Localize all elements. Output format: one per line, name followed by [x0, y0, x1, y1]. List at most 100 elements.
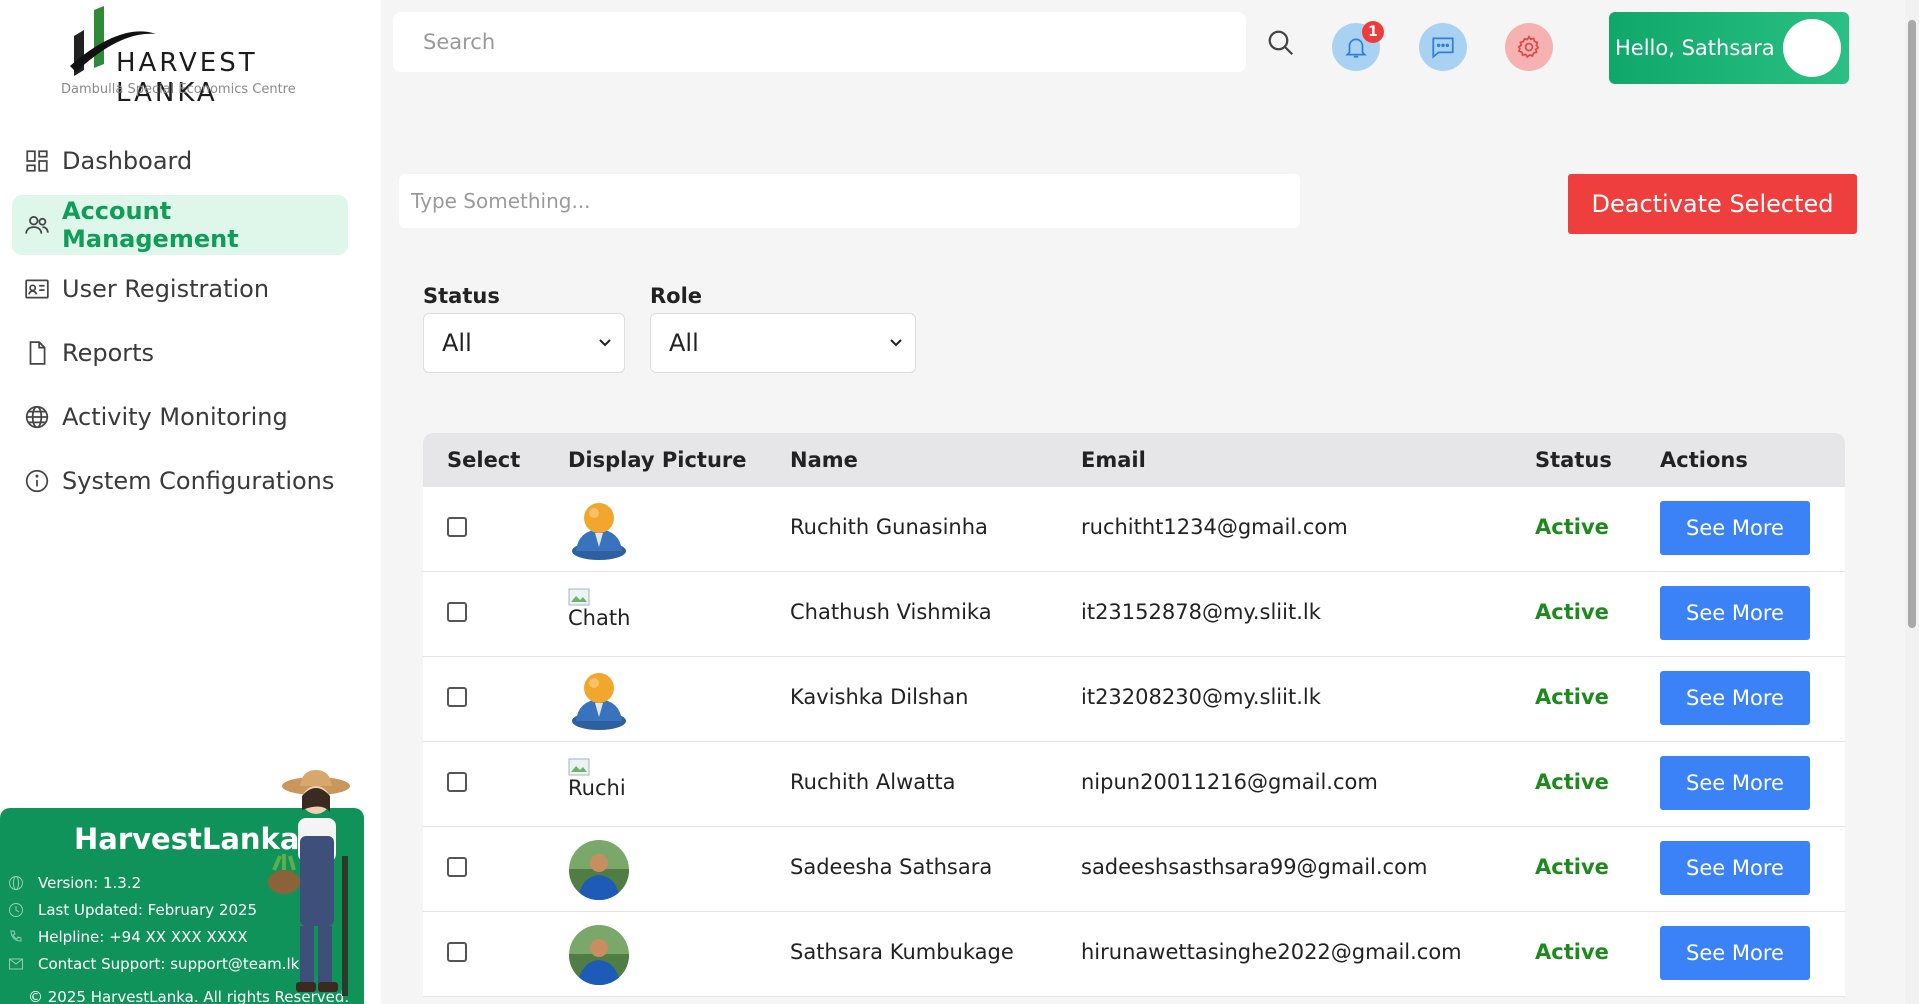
- row-email: it23208230@my.sliit.lk: [1081, 685, 1321, 709]
- header-status: Status: [1535, 448, 1612, 472]
- globe-icon: [24, 404, 50, 430]
- row-email: nipun20011216@gmail.com: [1081, 770, 1378, 794]
- helpline-line: Helpline: +94 XX XXX XXXX: [8, 928, 248, 946]
- sidebar-item-dashboard[interactable]: Dashboard: [12, 131, 348, 191]
- chevron-down-icon: [599, 339, 611, 347]
- default-avatar-icon: [572, 503, 626, 560]
- row-name: Sathsara Kumbukage: [790, 940, 1014, 964]
- broken-image-alt: Ruchi: [568, 776, 626, 800]
- row-name: Ruchith Alwatta: [790, 770, 956, 794]
- updated-text: Last Updated: February 2025: [38, 901, 258, 919]
- row-select-checkbox[interactable]: [447, 602, 467, 622]
- see-more-button[interactable]: See More: [1660, 841, 1810, 895]
- header-name: Name: [790, 448, 858, 472]
- status-filter-label: Status: [423, 284, 500, 308]
- broken-image-icon: [568, 758, 590, 776]
- broken-image: Ruchi: [568, 758, 630, 800]
- globe-icon: [9, 876, 23, 890]
- header-select: Select: [447, 448, 521, 472]
- messages-button[interactable]: [1419, 23, 1467, 71]
- info-icon: [24, 468, 50, 494]
- status-badge: Active: [1535, 600, 1609, 624]
- file-icon: [24, 340, 50, 366]
- sidebar-item-account-management[interactable]: Account Management: [12, 195, 348, 255]
- global-search-input[interactable]: [393, 12, 1246, 72]
- phone-icon: [10, 930, 22, 942]
- status-filter-value: All: [442, 329, 472, 357]
- header-email: Email: [1081, 448, 1146, 472]
- table-row: Sadeesha Sathsara sadeeshsasthsara99@gma…: [423, 827, 1845, 912]
- user-profile-button[interactable]: Hello, Sathsara: [1609, 12, 1849, 84]
- row-name: Chathush Vishmika: [790, 600, 992, 624]
- chat-icon: [1432, 37, 1454, 59]
- accounts-table: Select Display Picture Name Email Status…: [423, 433, 1845, 997]
- row-select-checkbox[interactable]: [447, 857, 467, 877]
- row-name: Sadeesha Sathsara: [790, 855, 993, 879]
- row-name: Kavishka Dilshan: [790, 685, 969, 709]
- row-email: ruchitht1234@gmail.com: [1081, 515, 1348, 539]
- row-email: hirunawettasinghe2022@gmail.com: [1081, 940, 1462, 964]
- updated-line: Last Updated: February 2025: [8, 901, 257, 919]
- role-filter-label: Role: [650, 284, 703, 308]
- users-icon: [24, 212, 50, 238]
- see-more-button[interactable]: See More: [1660, 756, 1810, 810]
- dashboard-icon: [24, 148, 50, 174]
- notifications-button[interactable]: 1: [1332, 21, 1384, 71]
- row-select-checkbox[interactable]: [447, 687, 467, 707]
- row-email: sadeeshsasthsara99@gmail.com: [1081, 855, 1428, 879]
- header-picture: Display Picture: [568, 448, 747, 472]
- broken-image: Chath: [568, 588, 630, 630]
- see-more-button[interactable]: See More: [1660, 671, 1810, 725]
- status-badge: Active: [1535, 685, 1609, 709]
- sidebar-item-reports[interactable]: Reports: [12, 323, 348, 383]
- status-badge: Active: [1535, 515, 1609, 539]
- sidebar: HARVEST LANKA Dambulla Special Economics…: [0, 0, 381, 1004]
- clock-icon: [9, 903, 23, 917]
- broken-image-icon: [568, 588, 590, 606]
- notification-badge: 1: [1362, 21, 1384, 43]
- id-card-icon: [24, 276, 50, 302]
- sidebar-item-system-configurations[interactable]: System Configurations: [12, 451, 348, 511]
- version-line: Version: 1.3.2: [8, 874, 141, 892]
- table-row: Ruchi Ruchith Alwatta nipun20011216@gmai…: [423, 742, 1845, 827]
- sidebar-item-label: User Registration: [62, 275, 270, 303]
- helpline-text: Helpline: +94 XX XXX XXXX: [38, 928, 248, 946]
- settings-button[interactable]: [1505, 23, 1553, 71]
- search-icon[interactable]: [1266, 28, 1296, 58]
- user-photo-avatar: [569, 925, 629, 985]
- avatar: [1783, 19, 1841, 77]
- row-select-checkbox[interactable]: [447, 772, 467, 792]
- account-filter-input[interactable]: [399, 174, 1300, 228]
- row-select-checkbox[interactable]: [447, 942, 467, 962]
- table-header: Select Display Picture Name Email Status…: [423, 433, 1845, 487]
- farmer-mascot-illustration: [268, 770, 350, 996]
- row-select-checkbox[interactable]: [447, 517, 467, 537]
- row-name: Ruchith Gunasinha: [790, 515, 988, 539]
- page-scrollbar[interactable]: [1905, 0, 1919, 1004]
- sidebar-nav: Dashboard Account Management User Regist…: [12, 131, 348, 515]
- deactivate-selected-button[interactable]: Deactivate Selected: [1568, 174, 1857, 234]
- sidebar-item-activity-monitoring[interactable]: Activity Monitoring: [12, 387, 348, 447]
- sidebar-item-label: Reports: [62, 339, 155, 367]
- support-text: Contact Support: support@team.lk: [38, 955, 300, 973]
- see-more-button[interactable]: See More: [1660, 501, 1810, 555]
- sidebar-item-label: Activity Monitoring: [62, 403, 288, 431]
- brand-subtitle: Dambulla Special Economics Centre: [61, 82, 296, 97]
- header-actions: Actions: [1660, 448, 1748, 472]
- support-line: Contact Support: support@team.lk: [8, 955, 299, 973]
- status-badge: Active: [1535, 855, 1609, 879]
- row-email: it23152878@my.sliit.lk: [1081, 600, 1321, 624]
- see-more-button[interactable]: See More: [1660, 586, 1810, 640]
- role-filter-select[interactable]: All: [650, 313, 916, 373]
- table-row: Kavishka Dilshan it23208230@my.sliit.lk …: [423, 657, 1845, 742]
- sidebar-item-user-registration[interactable]: User Registration: [12, 259, 348, 319]
- see-more-button[interactable]: See More: [1660, 926, 1810, 980]
- sidebar-item-label: Dashboard: [62, 147, 193, 175]
- greeting-text: Hello, Sathsara: [1615, 36, 1775, 60]
- scrollbar-thumb[interactable]: [1908, 20, 1916, 628]
- role-filter-value: All: [669, 329, 699, 357]
- status-filter-select[interactable]: All: [423, 313, 625, 373]
- status-badge: Active: [1535, 940, 1609, 964]
- chevron-down-icon: [890, 339, 902, 347]
- brand-logo[interactable]: HARVEST LANKA Dambulla Special Economics…: [60, 6, 320, 108]
